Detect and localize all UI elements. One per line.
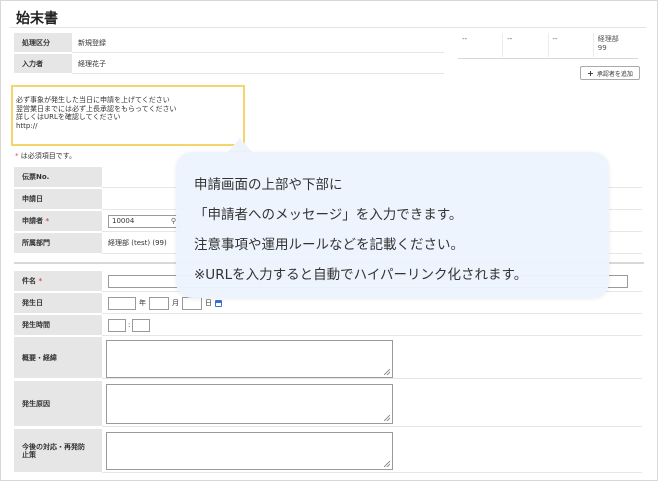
plus-icon: + (587, 68, 594, 78)
field-label: 今後の対応・再発防 止策 (14, 429, 102, 473)
field-value: : (102, 315, 642, 336)
field-label: 発生日 (14, 293, 102, 314)
month-label: 月 (172, 299, 179, 307)
required-mark: * (38, 277, 43, 285)
applicant-value: 10004 (112, 217, 135, 225)
field-occur-time: 発生時間 : (14, 315, 642, 336)
approval-cell: -- (462, 35, 468, 43)
tooltip-line: 申請画面の上部や下部に (194, 177, 343, 193)
summary-textarea[interactable] (106, 340, 393, 378)
resize-handle-icon[interactable] (384, 415, 390, 421)
page-title: 始末書 (16, 11, 58, 27)
field-label: 処理区分 (14, 33, 72, 53)
field-label: 入力者 (14, 54, 72, 74)
cause-textarea[interactable] (106, 384, 393, 424)
approval-divider (458, 58, 638, 59)
required-note: * は必須項目です。 (15, 151, 76, 161)
field-label: 件名 * (14, 271, 102, 292)
field-label: 伝票No. (14, 167, 102, 188)
add-approver-label: 承認者を追加 (596, 70, 633, 78)
approval-cell: -- (502, 33, 547, 57)
field-label: 申請者 * (14, 211, 102, 232)
field-label: 発生時間 (14, 315, 102, 336)
message-line: 詳しくはURLを確認してください (16, 113, 121, 121)
tooltip-line: 注意事項や運用ルールなどを記載ください。 (194, 237, 464, 253)
resize-handle-icon[interactable] (384, 369, 390, 375)
message-line: 必ず事象が発生した当日に申請を上げてください (16, 96, 170, 104)
field-value: 経理花子 (72, 54, 444, 74)
message-link[interactable]: http:// (16, 122, 243, 131)
applicant-message-box: 必ず事象が発生した当日に申請を上げてください 翌営業日までには必ず上長承認をもら… (11, 85, 245, 146)
minute-input[interactable] (132, 318, 151, 332)
field-label: 所属部門 (14, 233, 102, 254)
approval-route: -- -- -- 経理部 99 (458, 33, 638, 57)
resize-handle-icon[interactable] (384, 461, 390, 467)
calendar-icon[interactable] (215, 299, 222, 307)
add-approver-button[interactable]: + 承認者を追加 (580, 66, 640, 80)
required-mark: * (45, 217, 50, 225)
applicant-input[interactable]: 10004 ⚲ (108, 214, 180, 228)
field-process-type: 処理区分 新規登録 (14, 33, 444, 53)
message-line: 翌営業日までには必ず上長承認をもらってください (16, 104, 177, 113)
day-input[interactable] (182, 296, 202, 310)
field-label-text: 件名 (22, 277, 36, 285)
field-label: 概要・経緯 (14, 337, 102, 379)
tooltip-line: 「申請者へのメッセージ」を入力できます。 (194, 207, 463, 223)
explanation-tooltip: 申請画面の上部や下部に 「申請者へのメッセージ」を入力できます。 注意事項や運用… (176, 152, 609, 298)
title-divider (10, 27, 646, 28)
year-input[interactable] (108, 296, 136, 310)
required-note-text: は必須項目です。 (18, 152, 77, 160)
approval-cell: 経理部 99 (592, 33, 638, 57)
month-input[interactable] (149, 296, 169, 310)
day-label: 日 (205, 299, 212, 307)
field-label-text: 申請者 (22, 217, 43, 225)
field-label: 申請日 (14, 189, 102, 210)
hour-input[interactable] (108, 318, 126, 332)
field-entered-by: 入力者 経理花子 (14, 54, 444, 74)
field-value: 新規登録 (72, 33, 444, 53)
time-separator: : (128, 321, 131, 329)
tooltip-line: ※URLを入力すると自動でハイパーリンク化されます。 (194, 267, 528, 283)
year-label: 年 (139, 299, 146, 307)
field-label: 発生原因 (14, 381, 102, 427)
approval-cell: -- (547, 33, 593, 57)
future-action-textarea[interactable] (106, 432, 393, 470)
